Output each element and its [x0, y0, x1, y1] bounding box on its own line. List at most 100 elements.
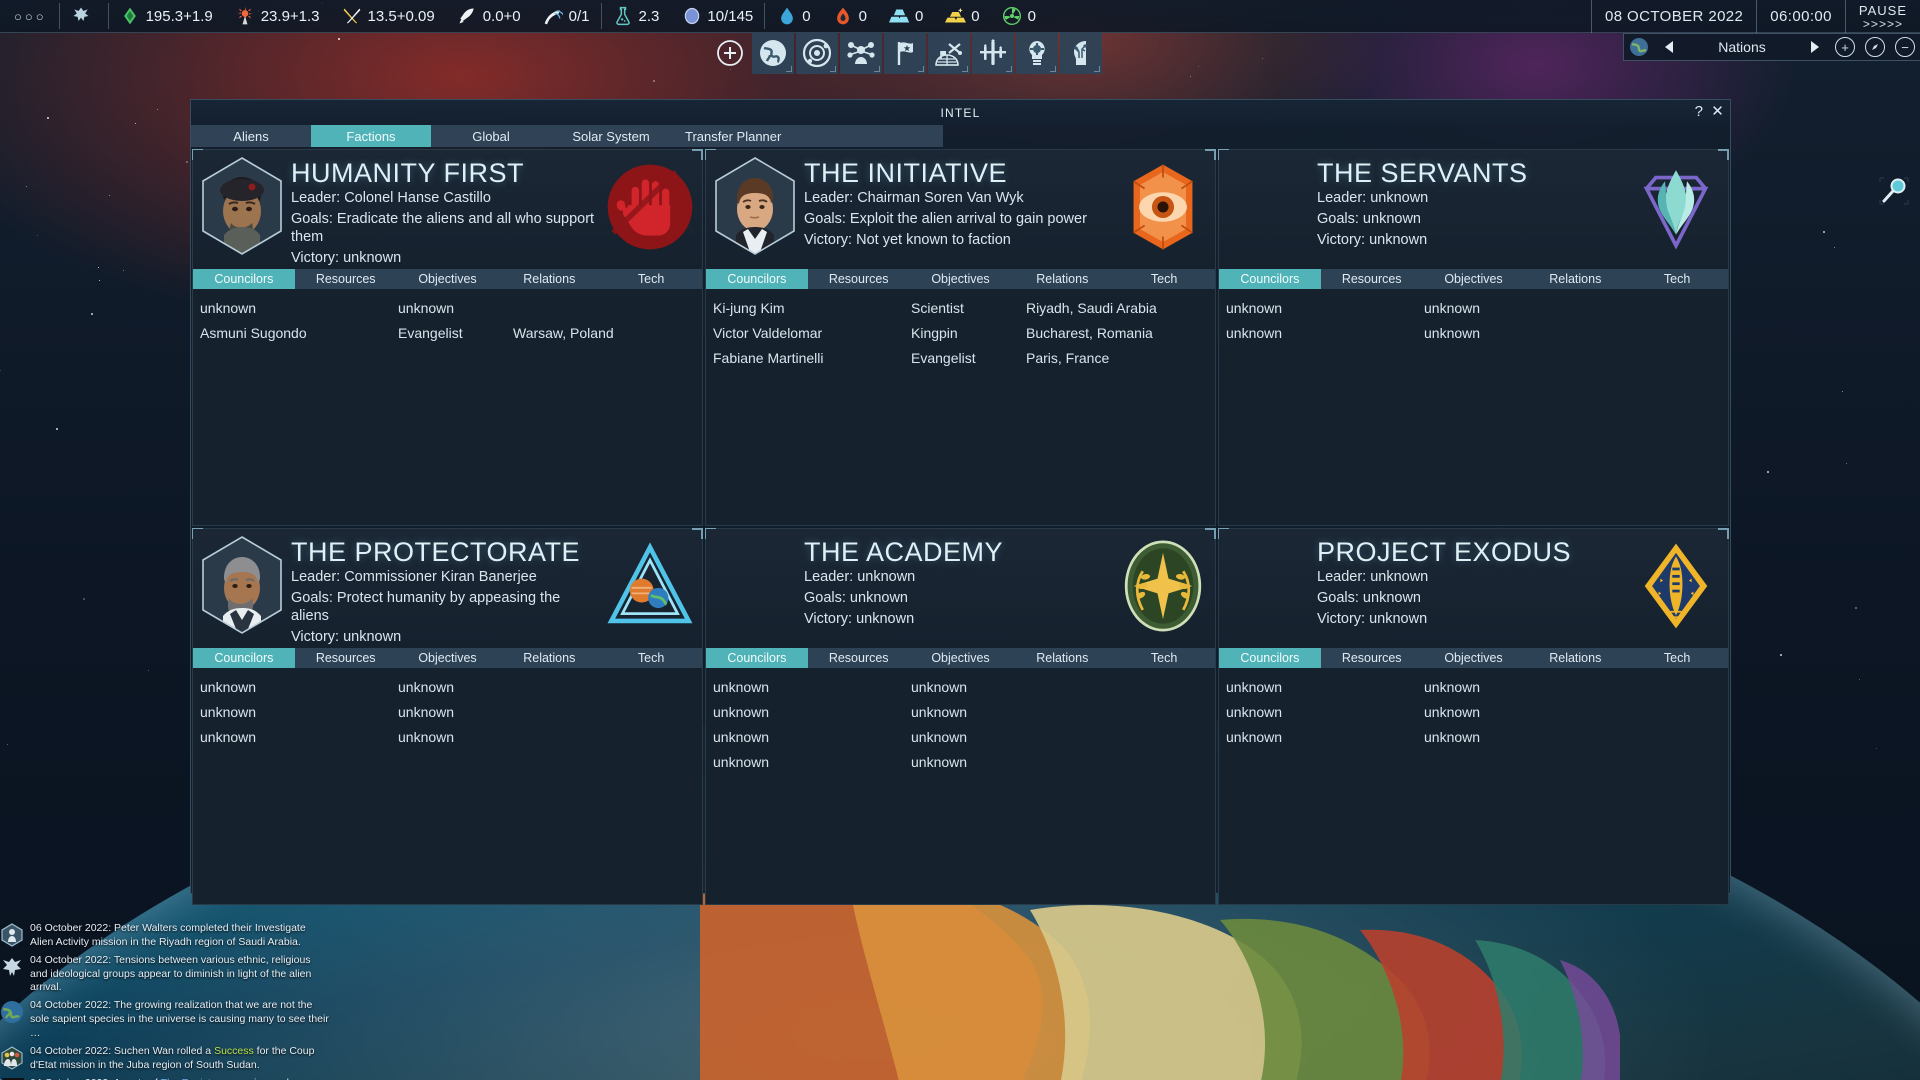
table-row[interactable]: unknown unknown [193, 674, 702, 699]
faction-subtab-resources[interactable]: Resources [808, 648, 910, 668]
tab-solar-system[interactable]: Solar System [551, 125, 671, 147]
toolbar-intel-button[interactable] [1060, 32, 1102, 74]
resource-noble-metals[interactable]: 0 [934, 0, 990, 33]
faction-card[interactable]: PROJECT EXODUS Leader: unknown Goals: un… [1218, 528, 1729, 905]
toolbar-earth-button[interactable] [752, 32, 794, 74]
menu-dots-button[interactable]: ○○○ [0, 9, 59, 24]
resource-influence-points[interactable]: 23.9+1.3 [224, 0, 331, 33]
table-row[interactable]: unknown unknown [1219, 699, 1728, 724]
toolbar-solar-system-button[interactable] [796, 32, 838, 74]
faction-subtab-objectives[interactable]: Objectives [1423, 648, 1525, 668]
faction-subtab-objectives[interactable]: Objectives [397, 648, 499, 668]
faction-card[interactable]: HUMANITY FIRST Leader: Colonel Hanse Cas… [192, 149, 703, 526]
faction-subtab-tech[interactable]: Tech [1113, 648, 1215, 668]
table-row[interactable]: unknown unknown [706, 674, 1215, 699]
zoom-out-button[interactable]: − [1890, 33, 1920, 61]
faction-subtab-objectives[interactable]: Objectives [1423, 269, 1525, 289]
resource-influence[interactable] [60, 0, 108, 33]
list-item[interactable]: 04 October 2022: The growing realization… [0, 999, 330, 1041]
resource-research[interactable]: 2.3 [602, 0, 671, 33]
table-row[interactable]: unknown unknown [193, 295, 702, 320]
faction-subtab-relations[interactable]: Relations [1011, 269, 1113, 289]
list-item[interactable]: 06 October 2022: Peter Walters completed… [0, 922, 330, 950]
zoom-in-button[interactable]: + [1830, 33, 1860, 61]
faction-subtab-objectives[interactable]: Objectives [910, 648, 1012, 668]
tab-transfer-planner[interactable]: Transfer Planner [671, 125, 795, 147]
next-view-button[interactable] [1800, 33, 1830, 61]
faction-card[interactable]: THE ACADEMY Leader: unknown Goals: unkno… [705, 528, 1216, 905]
table-row[interactable]: Fabiane Martinelli Evangelist Paris, Fra… [706, 345, 1215, 370]
faction-subtab-tech[interactable]: Tech [600, 648, 702, 668]
toolbar-research-button[interactable] [1016, 32, 1058, 74]
faction-subtab-tech[interactable]: Tech [1626, 269, 1728, 289]
faction-subtab-councilors[interactable]: Councilors [706, 269, 808, 289]
help-button[interactable]: ? [1695, 103, 1705, 120]
event-message: 04 October 2022: Agents of The Resistanc… [30, 1077, 330, 1080]
faction-subtab-objectives[interactable]: Objectives [910, 269, 1012, 289]
table-row[interactable]: Ki-jung Kim Scientist Riyadh, Saudi Arab… [706, 295, 1215, 320]
resource-water[interactable]: 0 [765, 0, 821, 33]
faction-subtab-relations[interactable]: Relations [1524, 648, 1626, 668]
compass-button[interactable] [1860, 33, 1890, 61]
faction-subtab-relations[interactable]: Relations [1524, 269, 1626, 289]
faction-subtab-resources[interactable]: Resources [1321, 269, 1423, 289]
magnifier-icon[interactable] [1875, 172, 1913, 210]
event-faction-link[interactable]: The Resistance [161, 1077, 234, 1080]
table-row[interactable]: Victor Valdelomar Kingpin Bucharest, Rom… [706, 320, 1215, 345]
faction-subtab-resources[interactable]: Resources [808, 269, 910, 289]
table-row[interactable]: Asmuni Sugondo Evangelist Warsaw, Poland [193, 320, 702, 345]
table-row[interactable]: unknown unknown [1219, 320, 1728, 345]
crossed-swords-icon [342, 6, 363, 27]
faction-subtab-objectives[interactable]: Objectives [397, 269, 499, 289]
prev-view-button[interactable] [1654, 33, 1684, 61]
tab-global[interactable]: Global [431, 125, 551, 147]
resource-fissiles[interactable]: 0 [991, 0, 1047, 33]
table-row[interactable]: unknown unknown [1219, 724, 1728, 749]
tab-factions[interactable]: Factions [311, 125, 431, 147]
table-row[interactable]: unknown unknown [706, 749, 1215, 774]
faction-subtab-resources[interactable]: Resources [295, 648, 397, 668]
faction-card[interactable]: THE SERVANTS Leader: unknown Goals: unkn… [1218, 149, 1729, 526]
pause-control[interactable]: PAUSE >>>>> [1844, 0, 1920, 33]
table-row[interactable]: unknown unknown [193, 699, 702, 724]
table-row[interactable]: unknown unknown [193, 724, 702, 749]
resource-volatiles[interactable]: 0 [822, 0, 878, 33]
table-row[interactable]: unknown unknown [706, 699, 1215, 724]
earth-globe-icon[interactable] [1624, 33, 1654, 61]
table-row[interactable]: unknown unknown [1219, 674, 1728, 699]
toolbar-councilors-button[interactable] [840, 32, 882, 74]
faction-card[interactable]: THE PROTECTORATE Leader: Commissioner Ki… [192, 528, 703, 905]
faction-subtab-councilors[interactable]: Councilors [193, 269, 295, 289]
table-row[interactable]: unknown unknown [706, 724, 1215, 749]
resource-mission-control[interactable]: 0/1 [532, 0, 601, 33]
faction-subtab-councilors[interactable]: Councilors [706, 648, 808, 668]
toolbar-nations-button[interactable] [884, 32, 926, 74]
faction-subtab-tech[interactable]: Tech [600, 269, 702, 289]
faction-subtab-resources[interactable]: Resources [295, 269, 397, 289]
tab-aliens[interactable]: Aliens [191, 125, 311, 147]
faction-subtab-tech[interactable]: Tech [1113, 269, 1215, 289]
faction-subtab-tech[interactable]: Tech [1626, 648, 1728, 668]
faction-subtab-relations[interactable]: Relations [1011, 648, 1113, 668]
resource-boost[interactable]: 0.0+0 [446, 0, 532, 33]
resource-projects[interactable]: 10/145 [670, 0, 764, 33]
resource-ops[interactable]: 13.5+0.09 [331, 0, 446, 33]
close-icon[interactable]: ✕ [1711, 102, 1725, 120]
toolbar-add-button[interactable] [710, 32, 750, 74]
faction-subtab-relations[interactable]: Relations [498, 269, 600, 289]
resource-money[interactable]: 195.3+1.9 [109, 0, 224, 33]
resource-metals[interactable]: 0 [878, 0, 934, 33]
faction-subtab-councilors[interactable]: Councilors [1219, 269, 1321, 289]
list-item[interactable]: 04 October 2022: Agents of The Resistanc… [0, 1077, 330, 1080]
toolbar-operations-button[interactable] [928, 32, 970, 74]
faction-subtab-resources[interactable]: Resources [1321, 648, 1423, 668]
faction-subtab-councilors[interactable]: Councilors [1219, 648, 1321, 668]
toolbar-fleets-button[interactable] [972, 32, 1014, 74]
faction-card[interactable]: THE INITIATIVE Leader: Chairman Soren Va… [705, 149, 1216, 526]
faction-subtab-councilors[interactable]: Councilors [193, 648, 295, 668]
faction-subtab-relations[interactable]: Relations [498, 648, 600, 668]
current-view-label[interactable]: Nations [1684, 33, 1800, 61]
list-item[interactable]: 04 October 2022: Tensions between variou… [0, 954, 330, 996]
table-row[interactable]: unknown unknown [1219, 295, 1728, 320]
list-item[interactable]: 04 October 2022: Suchen Wan rolled a Suc… [0, 1045, 330, 1073]
